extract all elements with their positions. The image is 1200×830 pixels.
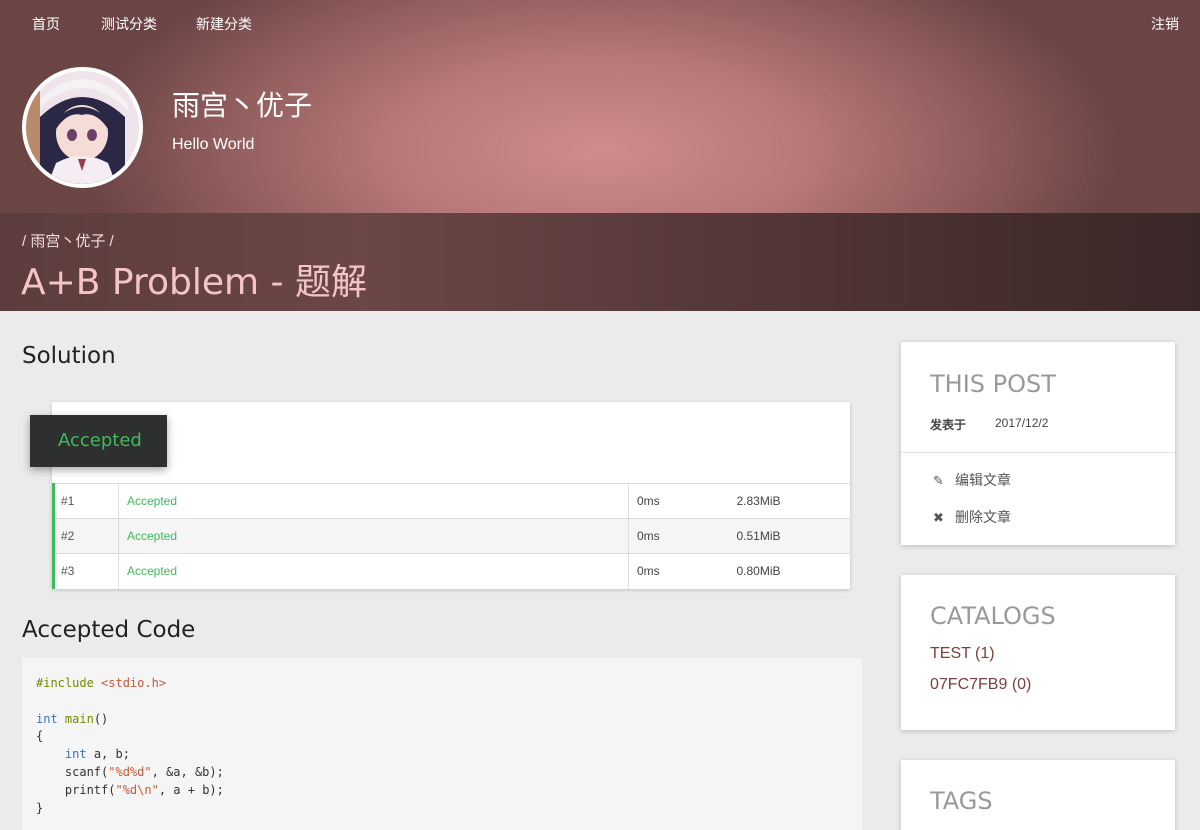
nav-test-category-link[interactable]: 测试分类 bbox=[101, 14, 157, 34]
testcase-id: #3 bbox=[52, 553, 119, 589]
catalogs-title: CATALOGS bbox=[930, 602, 1056, 630]
tags-card: TAGS bbox=[901, 760, 1175, 830]
edit-icon: ✎ bbox=[933, 473, 944, 488]
testcase-id: #2 bbox=[52, 518, 119, 554]
close-icon: ✖ bbox=[933, 510, 944, 525]
testcase-memory: 2.83MiB bbox=[728, 483, 850, 519]
testcase-memory: 0.80MiB bbox=[728, 553, 850, 589]
testcase-status: Accepted bbox=[118, 483, 629, 519]
tags-title: TAGS bbox=[930, 787, 993, 815]
divider bbox=[901, 452, 1175, 453]
accepted-code-heading: Accepted Code bbox=[22, 617, 196, 643]
top-nav: 首页 测试分类 新建分类 注销 bbox=[0, 0, 1200, 46]
testcase-time: 0ms bbox=[628, 483, 729, 519]
site-subtitle: Hello World bbox=[172, 136, 255, 153]
testcase-status: Accepted bbox=[118, 553, 629, 589]
code-block[interactable]: #include <stdio.h> int main() { int a, b… bbox=[22, 658, 862, 830]
this-post-card: THIS POST 发表于 2017/12/2 ✎ 编辑文章 ✖ 删除文章 bbox=[901, 342, 1175, 545]
published-label: 发表于 bbox=[930, 418, 967, 432]
testcase-time: 0ms bbox=[628, 518, 729, 554]
solution-heading: Solution bbox=[22, 343, 116, 369]
avatar[interactable] bbox=[22, 67, 143, 188]
edit-post-label: 编辑文章 bbox=[955, 472, 1011, 488]
this-post-title: THIS POST bbox=[930, 370, 1056, 398]
site-title: 雨宫丶优子 bbox=[172, 90, 313, 121]
page-title: A+B Problem - 题解 bbox=[21, 262, 367, 303]
judge-result-table: #1 Accepted 0ms 2.83MiB #2 Accepted 0ms … bbox=[52, 483, 850, 589]
testcase-id: #1 bbox=[52, 483, 119, 519]
avatar-image bbox=[26, 71, 139, 184]
testcase-time: 0ms bbox=[628, 553, 729, 589]
table-row: #1 Accepted 0ms 2.83MiB bbox=[52, 483, 850, 519]
testcase-status: Accepted bbox=[118, 518, 629, 554]
testcase-memory: 0.51MiB bbox=[728, 518, 850, 554]
status-badge: Accepted bbox=[30, 415, 167, 467]
nav-new-category-link[interactable]: 新建分类 bbox=[196, 14, 252, 34]
published-date: 2017/12/2 bbox=[995, 416, 1049, 430]
edit-post-button[interactable]: ✎ 编辑文章 bbox=[933, 470, 1011, 490]
breadcrumb[interactable]: / 雨宫丶优子 / bbox=[22, 230, 114, 251]
post-banner: / 雨宫丶优子 / A+B Problem - 题解 bbox=[0, 213, 1200, 311]
logout-link[interactable]: 注销 bbox=[1151, 14, 1179, 34]
catalog-link-test[interactable]: TEST (1) bbox=[930, 645, 995, 663]
table-row: #2 Accepted 0ms 0.51MiB bbox=[52, 518, 850, 554]
catalogs-card: CATALOGS TEST (1) 07FC7FB9 (0) bbox=[901, 575, 1175, 730]
table-row: #3 Accepted 0ms 0.80MiB bbox=[52, 553, 850, 589]
delete-post-label: 删除文章 bbox=[955, 509, 1011, 525]
nav-home-link[interactable]: 首页 bbox=[32, 14, 60, 34]
delete-post-button[interactable]: ✖ 删除文章 bbox=[933, 507, 1011, 527]
header-hero: 首页 测试分类 新建分类 注销 雨宫丶优子 Hello World bbox=[0, 0, 1200, 213]
catalog-link-07fc7fb9[interactable]: 07FC7FB9 (0) bbox=[930, 676, 1031, 694]
